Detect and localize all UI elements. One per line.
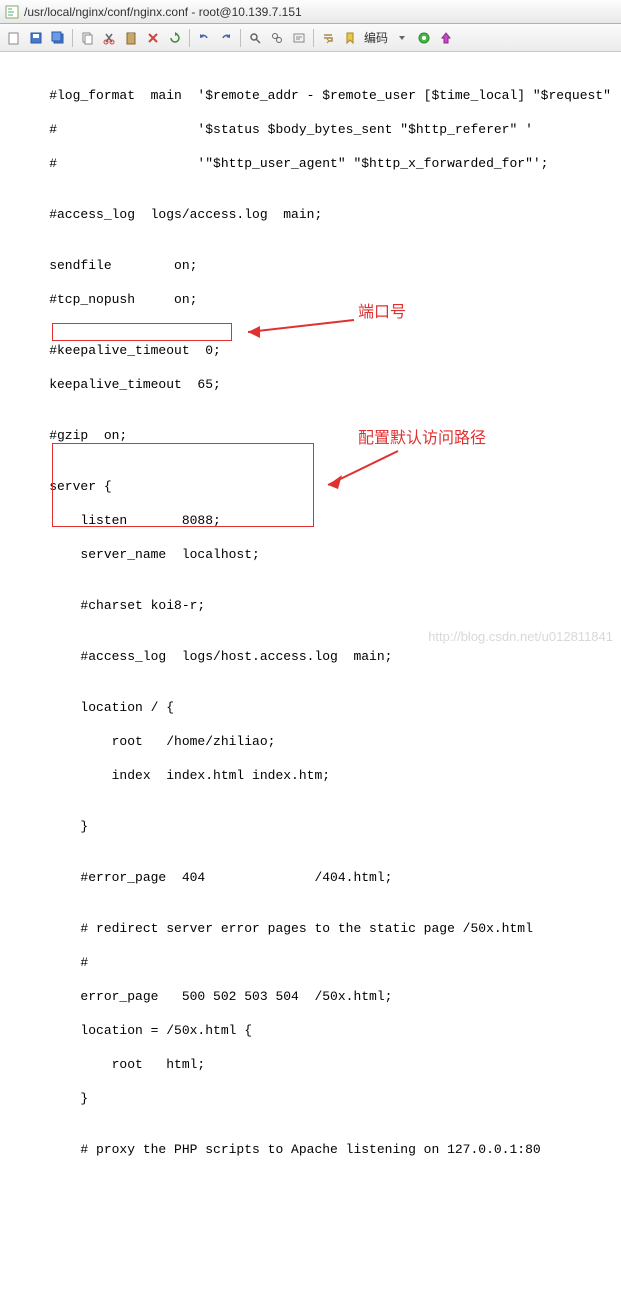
new-button[interactable] (4, 28, 24, 48)
toolbar-separator (240, 29, 241, 47)
find-replace-button[interactable] (267, 28, 287, 48)
bookmark-button[interactable] (340, 28, 360, 48)
settings-button[interactable] (414, 28, 434, 48)
highlight-listen (52, 323, 232, 341)
code-line: #log_format main '$remote_addr - $remote… (18, 87, 613, 104)
encoding-label[interactable]: 编码 (362, 29, 390, 46)
code-line: sendfile on; (18, 257, 613, 274)
help-button[interactable] (436, 28, 456, 48)
code-line: root /home/zhiliao; (18, 733, 613, 750)
wrap-button[interactable] (318, 28, 338, 48)
code-line: error_page 500 502 503 504 /50x.html; (18, 988, 613, 1005)
toolbar-separator (72, 29, 73, 47)
cut-button[interactable] (99, 28, 119, 48)
code-line: #charset koi8-r; (18, 597, 613, 614)
code-line: #access_log logs/access.log main; (18, 206, 613, 223)
code-editor[interactable]: #log_format main '$remote_addr - $remote… (0, 52, 621, 1304)
code-line: location / { (18, 699, 613, 716)
window-titlebar: /usr/local/nginx/conf/nginx.conf - root@… (0, 0, 621, 24)
code-line: # '$status $body_bytes_sent "$http_refer… (18, 121, 613, 138)
redo-button[interactable] (216, 28, 236, 48)
paste-button[interactable] (121, 28, 141, 48)
toolbar-separator (189, 29, 190, 47)
arrow-port (232, 314, 360, 342)
undo-button[interactable] (194, 28, 214, 48)
code-line: # '"$http_user_agent" "$http_x_forwarded… (18, 155, 613, 172)
toolbar: 编码 (0, 24, 621, 52)
code-line: #access_log logs/host.access.log main; (18, 648, 613, 665)
code-line: server_name localhost; (18, 546, 613, 563)
code-line: keepalive_timeout 65; (18, 376, 613, 393)
toolbar-separator (313, 29, 314, 47)
code-line: #error_page 404 /404.html; (18, 869, 613, 886)
code-line: root html; (18, 1056, 613, 1073)
delete-button[interactable] (143, 28, 163, 48)
code-line: #keepalive_timeout 0; (18, 342, 613, 359)
code-line: #gzip on; (18, 427, 613, 444)
window-title: /usr/local/nginx/conf/nginx.conf - root@… (24, 5, 302, 19)
code-line: # (18, 954, 613, 971)
refresh-button[interactable] (165, 28, 185, 48)
code-line: #tcp_nopush on; (18, 291, 613, 308)
code-line: # proxy the PHP scripts to Apache listen… (18, 1141, 613, 1158)
code-line: server { (18, 478, 613, 495)
find-button[interactable] (245, 28, 265, 48)
encoding-dropdown[interactable] (392, 28, 412, 48)
save-all-button[interactable] (48, 28, 68, 48)
code-line: } (18, 1090, 613, 1107)
code-line: location = /50x.html { (18, 1022, 613, 1039)
goto-button[interactable] (289, 28, 309, 48)
code-line: index index.html index.htm; (18, 767, 613, 784)
app-icon (4, 4, 20, 20)
code-line: # redirect server error pages to the sta… (18, 920, 613, 937)
save-button[interactable] (26, 28, 46, 48)
code-line: listen 8088; (18, 512, 613, 529)
copy-button[interactable] (77, 28, 97, 48)
code-line: } (18, 818, 613, 835)
